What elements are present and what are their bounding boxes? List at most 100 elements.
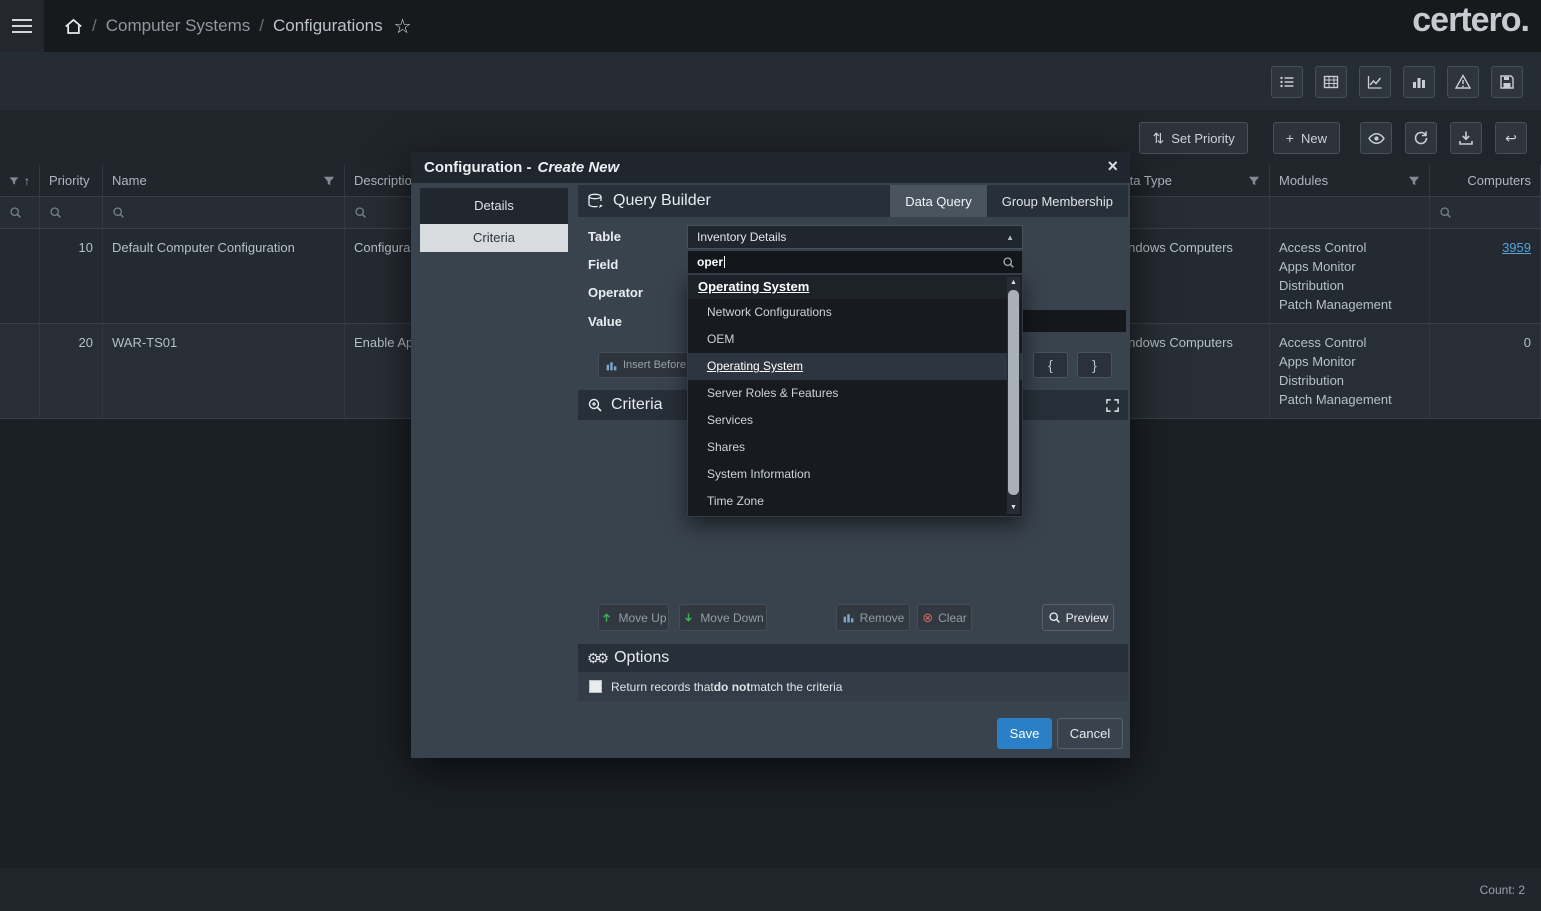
header-modules[interactable]: Modules (1270, 165, 1430, 196)
dropdown-item[interactable]: OEM (688, 326, 1022, 353)
filter-modules-cell (1270, 197, 1430, 228)
dropdown-item[interactable]: Server Roles & Features (688, 380, 1022, 407)
tab-data-query[interactable]: Data Query (890, 185, 986, 217)
set-priority-label: Set Priority (1171, 131, 1235, 146)
cell-modules: Access Control Apps Monitor Distribution… (1270, 229, 1430, 323)
label-table: Table (588, 229, 621, 244)
label-operator: Operator (588, 285, 643, 300)
save-view-button[interactable] (1491, 66, 1523, 98)
tab-criteria[interactable]: Criteria (420, 224, 568, 252)
search-icon (354, 206, 367, 219)
view-toolbar (0, 52, 1541, 110)
tab-details[interactable]: Details (420, 188, 568, 224)
header-name[interactable]: Name (103, 165, 345, 196)
table-view-button[interactable] (1315, 66, 1347, 98)
header-row-tools[interactable]: ↑ (0, 165, 40, 196)
chevron-up-icon: ▲ (1006, 233, 1014, 242)
toggle-visibility-button[interactable] (1360, 122, 1392, 154)
sort-ascending-icon[interactable]: ↑ (24, 174, 30, 188)
negate-criteria-checkbox[interactable] (589, 680, 602, 693)
move-up-button[interactable]: Move Up (598, 604, 669, 631)
search-icon (112, 206, 125, 219)
new-button[interactable]: + New (1273, 122, 1340, 154)
close-icon[interactable]: × (1107, 156, 1118, 177)
remove-button[interactable]: Remove (836, 604, 910, 631)
insert-before-icon (605, 359, 618, 372)
save-button[interactable]: Save (997, 718, 1052, 749)
dropdown-item-selected[interactable]: Operating System (688, 275, 1022, 299)
breadcrumb-separator: / (259, 16, 264, 36)
options-header: ⚙⚙ Options (578, 644, 1128, 672)
undo-icon: ↩ (1505, 130, 1517, 147)
header-priority[interactable]: Priority (40, 165, 103, 196)
home-icon[interactable] (64, 17, 83, 36)
bar-chart-view-button[interactable] (1403, 66, 1435, 98)
filter-name-input[interactable] (103, 197, 345, 228)
computers-count-link[interactable]: 3959 (1502, 240, 1531, 255)
open-brace-button[interactable]: { (1033, 352, 1068, 378)
options-heading: Options (614, 649, 669, 667)
breadcrumb-current[interactable]: Configurations (273, 16, 383, 36)
preview-button[interactable]: Preview (1042, 604, 1114, 631)
query-builder-header: Query Builder Data Query Group Membershi… (578, 185, 1128, 217)
search-icon (1048, 611, 1061, 624)
label-value: Value (588, 314, 622, 329)
cell-name: WAR-TS01 (103, 324, 345, 418)
record-count: Count: 2 (1480, 883, 1525, 897)
search-icon (9, 206, 22, 219)
export-button[interactable] (1450, 122, 1482, 154)
download-icon (1458, 130, 1474, 146)
filter-computers-input[interactable] (1430, 197, 1541, 228)
arrow-down-icon (682, 611, 695, 624)
cell-computers: 3959 (1430, 229, 1541, 323)
insert-before-button[interactable]: Insert Before (598, 352, 699, 378)
scrollbar-thumb[interactable] (1008, 290, 1019, 495)
field-search-input[interactable]: oper (687, 250, 1023, 274)
scroll-down-icon[interactable]: ▼ (1007, 502, 1020, 514)
list-view-button[interactable] (1271, 66, 1303, 98)
dropdown-scrollbar[interactable]: ▲ ▼ (1007, 277, 1020, 514)
move-down-button[interactable]: Move Down (679, 604, 767, 631)
bar-chart-icon (1411, 74, 1427, 90)
cell-priority: 10 (40, 229, 103, 323)
zoom-plus-icon (587, 397, 603, 413)
refresh-button[interactable] (1405, 122, 1437, 154)
table-icon (1323, 74, 1339, 90)
dropdown-item[interactable]: System Information (688, 461, 1022, 488)
search-icon (1002, 255, 1015, 269)
save-icon (1499, 74, 1515, 90)
dropdown-item[interactable]: Shares (688, 434, 1022, 461)
undo-button[interactable]: ↩ (1495, 122, 1527, 154)
filter-funnel-icon (323, 175, 335, 187)
alerts-view-button[interactable] (1447, 66, 1479, 98)
close-brace-button[interactable]: } (1077, 352, 1112, 378)
line-chart-view-button[interactable] (1359, 66, 1391, 98)
filter-funnel-icon (1408, 175, 1420, 187)
breadcrumb-parent[interactable]: Computer Systems (106, 16, 251, 36)
clear-button[interactable]: ⊗ Clear (917, 604, 972, 631)
table-select[interactable]: Inventory Details ▲ (687, 225, 1023, 249)
dropdown-item-highlighted[interactable]: Operating System (688, 353, 1022, 380)
app-root: / Computer Systems / Configurations ☆ ce… (0, 0, 1541, 911)
tab-group-membership[interactable]: Group Membership (987, 185, 1128, 217)
dropdown-item[interactable]: Network Configurations (688, 299, 1022, 326)
dropdown-item[interactable]: Services (688, 407, 1022, 434)
cell-name: Default Computer Configuration (103, 229, 345, 323)
cancel-button[interactable]: Cancel (1057, 718, 1123, 749)
scroll-up-icon[interactable]: ▲ (1007, 277, 1020, 289)
favorite-star-icon[interactable]: ☆ (394, 14, 412, 39)
header-computers[interactable]: Computers (1430, 165, 1541, 196)
new-label: New (1301, 131, 1327, 146)
arrow-up-icon (600, 611, 613, 624)
expand-icon[interactable] (1105, 397, 1120, 415)
modal-title: Configuration - (424, 159, 531, 176)
hamburger-menu-icon[interactable] (0, 0, 44, 52)
set-priority-button[interactable]: ⇅ Set Priority (1139, 122, 1247, 154)
top-nav: / Computer Systems / Configurations ☆ ce… (0, 0, 1541, 52)
set-priority-icon: ⇅ (1152, 130, 1164, 147)
filter-row-search[interactable] (0, 197, 40, 228)
dropdown-item[interactable]: Time Zone (688, 488, 1022, 515)
filter-priority-input[interactable] (40, 197, 103, 228)
list-icon (1279, 74, 1295, 90)
field-dropdown-list: Operating System Network Configurations … (687, 274, 1023, 517)
